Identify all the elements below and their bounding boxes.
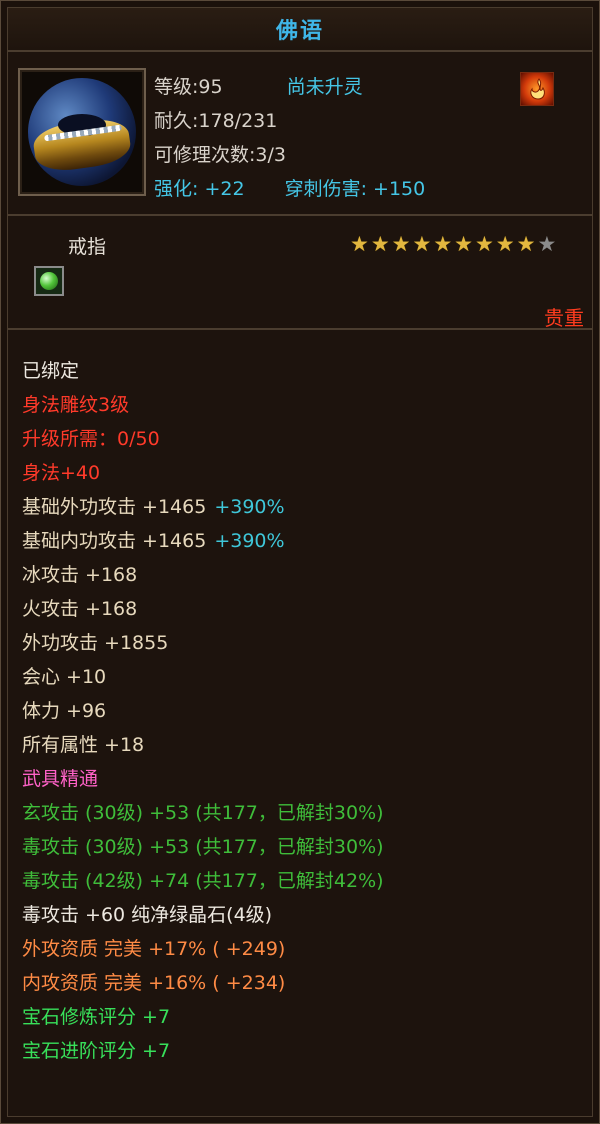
attribute-row: 已绑定 — [22, 354, 592, 388]
attribute-row: 外功攻击 +1855 — [22, 626, 592, 660]
attribute-text: 体力 +96 — [22, 700, 107, 722]
attribute-text: 基础内功攻击 +1465 — [22, 530, 207, 552]
green-gem-icon — [34, 266, 64, 296]
attribute-text: 武具精通 — [22, 768, 99, 790]
enhance-text: 强化: +22 — [154, 178, 245, 200]
attribute-text: 毒攻击 (30级) +53 (共177，已解封30%) — [22, 836, 384, 858]
attribute-text: 玄攻击 (30级) +53 (共177，已解封30%) — [22, 802, 384, 824]
soul-status: 尚未升灵 — [286, 76, 363, 98]
star-filled-icon: ★ — [370, 232, 390, 256]
attribute-text: 基础外功攻击 +1465 — [22, 496, 207, 518]
attribute-row: 武具精通 — [22, 762, 592, 796]
attribute-text: 身法+40 — [22, 462, 101, 484]
attribute-row: 毒攻击 +60 纯净绿晶石(4级) — [22, 898, 592, 932]
attribute-text: 外攻资质 完美 +17% ( +249) — [22, 938, 286, 960]
attribute-row: 毒攻击 (30级) +53 (共177，已解封30%) — [22, 830, 592, 864]
attribute-text: 毒攻击 (42级) +74 (共177，已解封42%) — [22, 870, 384, 892]
level-line: 等级:95 尚未升灵 — [154, 72, 363, 99]
gold-ring-icon — [18, 68, 146, 196]
star-filled-icon: ★ — [495, 232, 515, 256]
attribute-text: 升级所需：0/50 — [22, 428, 160, 450]
star-filled-icon: ★ — [412, 232, 432, 256]
attribute-row: 身法雕纹3级 — [22, 388, 592, 422]
attribute-text: 已绑定 — [22, 360, 80, 382]
attribute-list: 已绑定身法雕纹3级升级所需：0/50 身法+40 基础外功攻击 +1465 +390%… — [22, 354, 592, 1068]
attribute-row: 外攻资质 完美 +17% ( +249) — [22, 932, 592, 966]
attribute-row: 玄攻击 (30级) +53 (共177，已解封30%) — [22, 796, 592, 830]
attribute-text: 会心 +10 — [22, 666, 107, 688]
star-filled-icon: ★ — [516, 232, 536, 256]
ring-artwork — [28, 78, 136, 186]
attribute-text: 所有属性 +18 — [22, 734, 145, 756]
attribute-row: 所有属性 +18 — [22, 728, 592, 762]
attribute-row: 体力 +96 — [22, 694, 592, 728]
attribute-percent: +390% — [214, 496, 285, 518]
attribute-row: 冰攻击 +168 — [22, 558, 592, 592]
star-rating: ★ ★ ★ ★ ★ ★ ★ ★ ★ ★ — [350, 234, 556, 255]
title-bar: 佛语 — [8, 8, 592, 52]
star-filled-icon: ★ — [433, 232, 453, 256]
attribute-row: 会心 +10 — [22, 660, 592, 694]
attribute-text: 毒攻击 +60 纯净绿晶石(4级) — [22, 904, 273, 926]
pierce-text: 穿刺伤害: +150 — [284, 178, 426, 200]
star-filled-icon: ★ — [454, 232, 473, 256]
durability-text: 耐久:178/231 — [154, 110, 278, 132]
attribute-text: 冰攻击 +168 — [22, 564, 138, 586]
star-filled-icon: ★ — [391, 232, 411, 256]
item-tooltip: 佛语 等级:95 尚未升灵 耐久:178/231 可修理次数:3/3 强化: +… — [0, 0, 600, 1124]
star-filled-icon: ★ — [474, 232, 494, 256]
attribute-row: 升级所需：0/50 — [22, 422, 592, 456]
attribute-text: 宝石修炼评分 +7 — [22, 1006, 171, 1028]
item-name: 佛语 — [275, 19, 324, 44]
rarity-label: 贵重 — [544, 306, 584, 330]
attribute-row: 宝石进阶评分 +7 — [22, 1034, 592, 1068]
enhance-line: 强化: +22 穿刺伤害: +150 — [154, 174, 425, 201]
star-empty-icon: ★ — [537, 232, 557, 256]
item-type: 戒指 — [68, 236, 107, 258]
attribute-text: 身法雕纹3级 — [22, 394, 130, 416]
attribute-text: 外功攻击 +1855 — [22, 632, 169, 654]
attribute-text: 宝石进阶评分 +7 — [22, 1040, 171, 1062]
attribute-row: 基础内功攻击 +1465 +390% — [22, 524, 592, 558]
attribute-row: 身法+40 — [22, 456, 592, 490]
attribute-row: 内攻资质 完美 +16% ( +234) — [22, 966, 592, 1000]
attribute-row: 火攻击 +168 — [22, 592, 592, 626]
flame-badge-icon — [520, 72, 554, 106]
star-filled-icon: ★ — [350, 232, 369, 256]
item-subheader: 戒指 ★ ★ ★ ★ ★ ★ ★ ★ ★ ★ 贵重 — [8, 216, 592, 330]
attribute-percent: +390% — [214, 530, 285, 552]
attribute-text: 内攻资质 完美 +16% ( +234) — [22, 972, 286, 994]
item-header: 等级:95 尚未升灵 耐久:178/231 可修理次数:3/3 强化: +22 … — [8, 54, 592, 216]
repair-count-text: 可修理次数:3/3 — [154, 144, 286, 166]
attribute-row: 宝石修炼评分 +7 — [22, 1000, 592, 1034]
attribute-row: 毒攻击 (42级) +74 (共177，已解封42%) — [22, 864, 592, 898]
attribute-text: 火攻击 +168 — [22, 598, 138, 620]
tooltip-inner: 佛语 等级:95 尚未升灵 耐久:178/231 可修理次数:3/3 强化: +… — [7, 7, 593, 1117]
level-text: 等级:95 — [154, 76, 223, 98]
attribute-row: 基础外功攻击 +1465 +390% — [22, 490, 592, 524]
